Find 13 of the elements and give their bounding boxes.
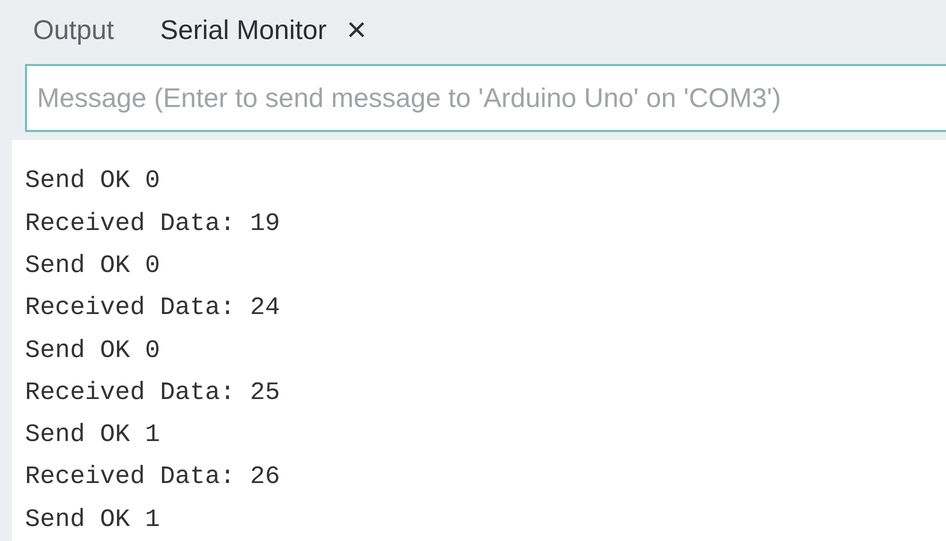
output-line: Received Data: 24 xyxy=(25,292,282,324)
panel-tab[interactable]: Output xyxy=(33,14,114,46)
output-line: Received Data: 19 xyxy=(25,208,282,240)
output-line: Send OK 1 xyxy=(25,419,162,452)
panel-tab[interactable]: Serial Monitor × xyxy=(160,13,366,48)
output-line: Send OK 0 xyxy=(25,250,162,282)
output-line: Received Data: 26 xyxy=(25,461,282,494)
output-line: Received Data: 25 xyxy=(25,376,282,409)
output-line: Send OK 0 xyxy=(25,334,162,367)
output-line: Send OK 1 xyxy=(25,504,162,536)
message-input-field[interactable]: Message (Enter to send message to 'Arduino Uno' on 'COM3') xyxy=(25,64,946,132)
output-line: Send OK 0 xyxy=(25,165,162,198)
close-icon[interactable]: × xyxy=(346,13,366,48)
